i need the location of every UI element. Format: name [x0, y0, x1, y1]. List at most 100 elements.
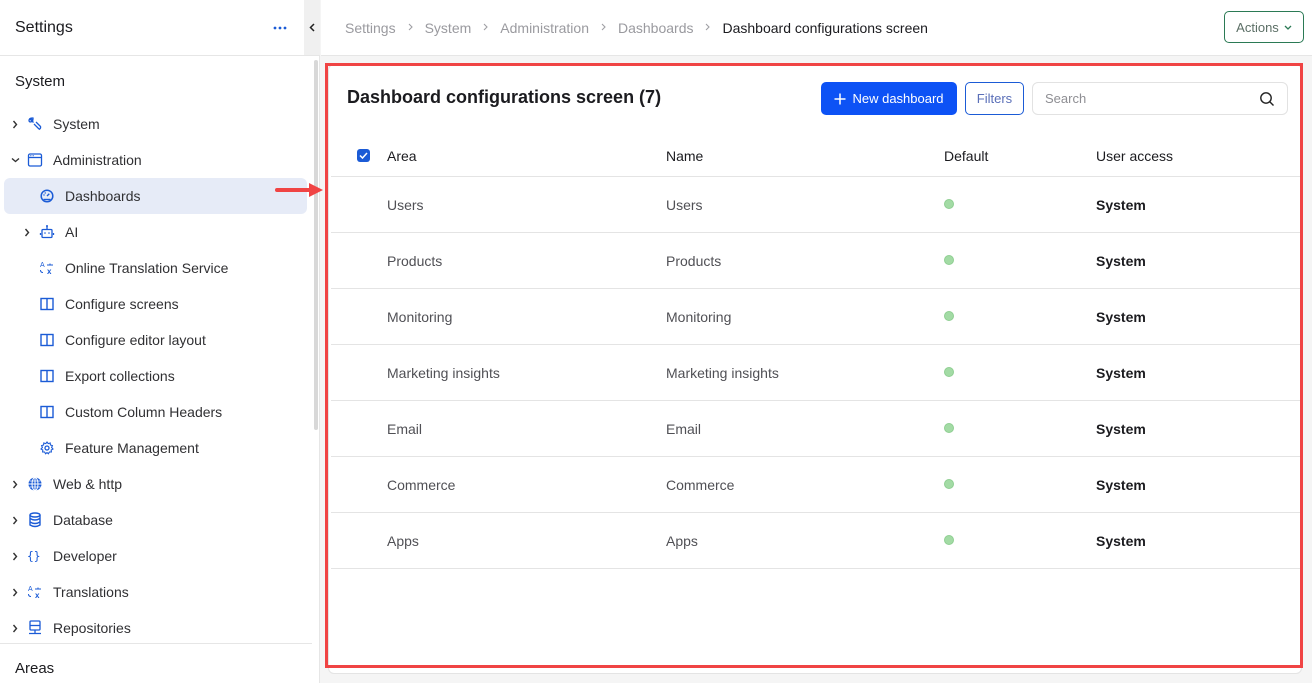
chevron-right-icon[interactable]: [22, 228, 32, 237]
window-icon: [27, 152, 43, 168]
sidebar-item-configure-editor-layout[interactable]: Configure editor layout: [0, 322, 319, 358]
sidebar-item-ai[interactable]: AI: [0, 214, 319, 250]
cell-area: Monitoring: [387, 308, 453, 325]
sidebar-item-export-collections[interactable]: Export collections: [0, 358, 319, 394]
new-dashboard-label: New dashboard: [852, 91, 944, 106]
dashboard-config-card: Dashboard configurations screen (7) New …: [328, 64, 1302, 674]
breadcrumb-separator-icon: [601, 22, 606, 34]
sidebar-item-label: System: [53, 116, 100, 132]
more-horizontal-icon[interactable]: [270, 18, 290, 38]
dashboard-gauge-icon: [39, 188, 55, 204]
cell-area: Commerce: [387, 476, 456, 493]
chevron-right-icon[interactable]: [10, 516, 20, 525]
cell-area: Email: [387, 420, 423, 437]
actions-button[interactable]: Actions: [1224, 11, 1304, 43]
sidebar-item-online-translation-service[interactable]: Ax Online Translation Service: [0, 250, 319, 286]
default-status-dot: [944, 255, 954, 265]
sidebar-item-dashboards[interactable]: Dashboards: [0, 178, 319, 214]
table-header: Area Name Default User access: [331, 135, 1301, 177]
breadcrumb-separator-icon: [408, 22, 413, 34]
select-all-checkbox[interactable]: [357, 149, 370, 162]
sidebar-item-administration[interactable]: Administration: [0, 142, 319, 178]
cell-user-access: System: [1096, 252, 1146, 269]
table-row[interactable]: Apps Apps System: [331, 513, 1301, 569]
chevron-right-icon[interactable]: [10, 552, 20, 561]
chevron-right-icon[interactable]: [10, 480, 20, 489]
breadcrumb-separator-icon: [705, 22, 711, 34]
chevron-right-icon[interactable]: [10, 624, 20, 633]
svg-text:A: A: [40, 262, 45, 269]
sidebar-item-web-http[interactable]: Web & http: [0, 466, 319, 502]
table-row[interactable]: Email Email System: [331, 401, 1301, 457]
cell-user-access: System: [1096, 364, 1146, 381]
sidebar-item-custom-column-headers[interactable]: Custom Column Headers: [0, 394, 319, 430]
column-header-user-access[interactable]: User access: [1096, 135, 1173, 177]
search-icon[interactable]: [1259, 91, 1275, 107]
cell-area: Marketing insights: [387, 364, 500, 381]
search-field[interactable]: [1032, 82, 1288, 115]
breadcrumb-item[interactable]: Settings: [345, 20, 396, 36]
breadcrumb-item: Dashboard configurations screen: [722, 20, 928, 36]
sidebar-item-label: Feature Management: [65, 440, 199, 456]
filters-button[interactable]: Filters: [965, 82, 1024, 115]
globe-icon: [27, 476, 43, 492]
page-title: Dashboard configurations screen (7): [347, 87, 662, 107]
sidebar-item-database[interactable]: Database: [0, 502, 319, 538]
breadcrumb-separator-icon: [483, 22, 489, 34]
sidebar-item-developer[interactable]: {} Developer: [0, 538, 319, 574]
cell-user-access: System: [1096, 196, 1146, 213]
table-row[interactable]: Commerce Commerce System: [331, 457, 1301, 513]
chevron-down-icon[interactable]: [10, 157, 20, 163]
settings-sidebar: Settings System System Administration Dash…: [0, 0, 320, 683]
table-row[interactable]: Monitoring Monitoring System: [331, 289, 1301, 345]
cell-user-access: System: [1096, 532, 1146, 549]
cell-user-access: System: [1096, 476, 1146, 493]
chevron-left-icon[interactable]: [304, 0, 320, 55]
translate-icon: Ax: [27, 584, 43, 600]
cell-name: Marketing insights: [666, 364, 779, 381]
sidebar-item-system[interactable]: System: [0, 106, 319, 142]
sidebar-tree: System Administration Dashboards AI Ax Online…: [0, 106, 319, 646]
cell-name: Apps: [666, 532, 698, 549]
cell-area: Users: [387, 196, 424, 213]
cell-name: Monitoring: [666, 308, 732, 325]
sidebar-scrollbar[interactable]: [314, 60, 318, 430]
cell-name: Users: [666, 196, 703, 213]
sidebar-item-label: Configure screens: [65, 296, 179, 312]
app-root: Settings System System Administration Dash…: [0, 0, 1312, 683]
columns-icon: [39, 368, 55, 384]
table-row[interactable]: Products Products System: [331, 233, 1301, 289]
column-header-name[interactable]: Name: [666, 135, 703, 177]
default-status-dot: [944, 199, 954, 209]
chevron-right-icon[interactable]: [10, 588, 20, 597]
wrench-icon: [27, 116, 43, 132]
new-dashboard-button[interactable]: New dashboard: [821, 82, 957, 115]
sidebar-header: Settings: [0, 0, 320, 56]
robot-icon: [39, 224, 55, 240]
column-header-area[interactable]: Area: [387, 135, 417, 177]
sidebar-item-label: AI: [65, 224, 79, 240]
breadcrumb: Settings System Administration Dashboards Da…: [345, 0, 928, 56]
sidebar-item-label: Online Translation Service: [65, 260, 229, 276]
sidebar-item-translations[interactable]: Ax Translations: [0, 574, 319, 610]
chevron-right-icon[interactable]: [10, 120, 20, 129]
table-row[interactable]: Users Users System: [331, 177, 1301, 233]
svg-text:A: A: [28, 586, 33, 593]
breadcrumb-item[interactable]: Administration: [500, 20, 589, 36]
chevron-down-icon: [1284, 22, 1292, 32]
sidebar-item-configure-screens[interactable]: Configure screens: [0, 286, 319, 322]
columns-icon: [39, 332, 55, 348]
cell-area: Products: [387, 252, 443, 269]
columns-icon: [39, 296, 55, 312]
sidebar-item-repositories[interactable]: Repositories: [0, 610, 319, 646]
server-icon: [27, 620, 43, 636]
default-status-dot: [944, 535, 954, 545]
table-row[interactable]: Marketing insights Marketing insights Syst…: [331, 345, 1301, 401]
sidebar-item-label: Export collections: [65, 368, 175, 384]
breadcrumb-item[interactable]: Dashboards: [618, 20, 694, 36]
column-header-default[interactable]: Default: [944, 135, 988, 177]
sidebar-item-feature-management[interactable]: Feature Management: [0, 430, 319, 466]
sidebar-section-system: System: [15, 72, 66, 90]
breadcrumb-item[interactable]: System: [425, 20, 472, 36]
search-input[interactable]: [1045, 83, 1245, 114]
